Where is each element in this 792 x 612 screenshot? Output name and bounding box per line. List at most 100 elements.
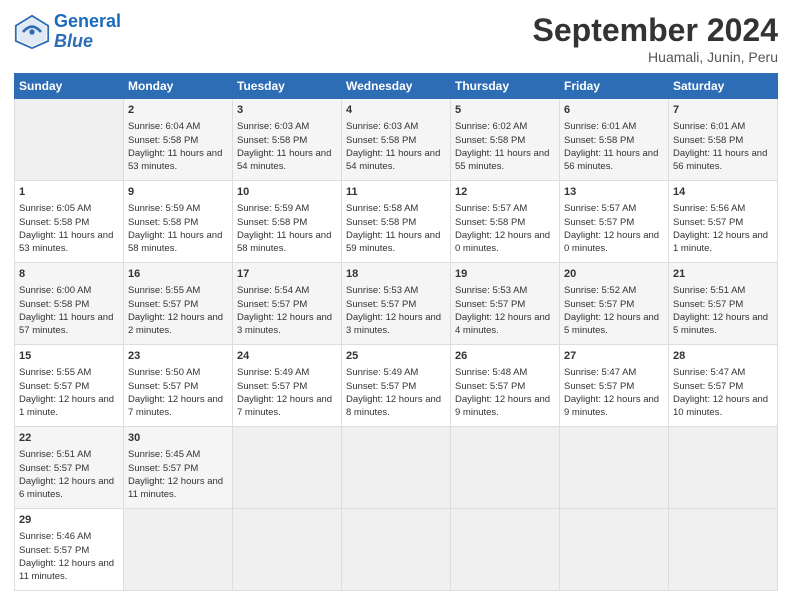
calendar-cell: 3Sunrise: 6:03 AMSunset: 5:58 PMDaylight… (233, 99, 342, 181)
daylight: Daylight: 12 hours and 7 minutes. (237, 394, 332, 418)
sunset: Sunset: 5:57 PM (19, 545, 89, 556)
header-cell-monday: Monday (124, 74, 233, 99)
calendar-cell: 9Sunrise: 5:59 AMSunset: 5:58 PMDaylight… (124, 181, 233, 263)
daylight: Daylight: 12 hours and 5 minutes. (673, 312, 768, 336)
calendar-cell: 30Sunrise: 5:45 AMSunset: 5:57 PMDayligh… (124, 427, 233, 509)
sunrise: Sunrise: 5:53 AM (346, 285, 418, 296)
day-number: 3 (237, 103, 337, 118)
title-section: September 2024 Huamali, Junin, Peru (533, 12, 778, 65)
header-cell-thursday: Thursday (451, 74, 560, 99)
daylight: Daylight: 11 hours and 53 minutes. (19, 230, 113, 254)
calendar-cell (669, 427, 778, 509)
calendar-cell: 4Sunrise: 6:03 AMSunset: 5:58 PMDaylight… (342, 99, 451, 181)
sunrise: Sunrise: 5:46 AM (19, 531, 91, 542)
sunrise: Sunrise: 6:03 AM (346, 121, 418, 132)
daylight: Daylight: 11 hours and 54 minutes. (237, 148, 331, 172)
calendar-cell: 24Sunrise: 5:49 AMSunset: 5:57 PMDayligh… (233, 345, 342, 427)
sunset: Sunset: 5:58 PM (19, 299, 89, 310)
day-number: 21 (673, 267, 773, 282)
day-number: 13 (564, 185, 664, 200)
sunset: Sunset: 5:58 PM (455, 135, 525, 146)
logo: General Blue (14, 12, 121, 52)
calendar-week-4: 22Sunrise: 5:51 AMSunset: 5:57 PMDayligh… (15, 427, 778, 509)
day-number: 20 (564, 267, 664, 282)
calendar-week-1: 1Sunrise: 6:05 AMSunset: 5:58 PMDaylight… (15, 181, 778, 263)
day-number: 19 (455, 267, 555, 282)
daylight: Daylight: 11 hours and 57 minutes. (19, 312, 113, 336)
sunrise: Sunrise: 6:03 AM (237, 121, 309, 132)
sunset: Sunset: 5:58 PM (128, 217, 198, 228)
daylight: Daylight: 11 hours and 58 minutes. (237, 230, 331, 254)
logo-text: General Blue (54, 12, 121, 52)
calendar-cell: 28Sunrise: 5:47 AMSunset: 5:57 PMDayligh… (669, 345, 778, 427)
day-number: 27 (564, 349, 664, 364)
sunset: Sunset: 5:57 PM (128, 463, 198, 474)
sunrise: Sunrise: 5:51 AM (673, 285, 745, 296)
day-number: 11 (346, 185, 446, 200)
header-cell-saturday: Saturday (669, 74, 778, 99)
daylight: Daylight: 12 hours and 9 minutes. (564, 394, 659, 418)
calendar-cell: 18 Sunrise: 5:53 AM Sunset: 5:57 PM Dayligh… (342, 263, 451, 345)
calendar-week-0: 2Sunrise: 6:04 AMSunset: 5:58 PMDaylight… (15, 99, 778, 181)
daylight: Daylight: 12 hours and 11 minutes. (19, 558, 114, 582)
sunset: Sunset: 5:57 PM (128, 299, 198, 310)
calendar-cell (451, 509, 560, 591)
calendar-cell: 6Sunrise: 6:01 AMSunset: 5:58 PMDaylight… (560, 99, 669, 181)
calendar-cell: 16Sunrise: 5:55 AMSunset: 5:57 PMDayligh… (124, 263, 233, 345)
sunrise: Sunrise: 5:55 AM (19, 367, 91, 378)
sunset: Sunset: 5:57 PM (237, 299, 307, 310)
daylight: Daylight: 12 hours and 3 minutes. (237, 312, 332, 336)
sunset: Sunset: 5:58 PM (128, 135, 198, 146)
sunrise: Sunrise: 5:45 AM (128, 449, 200, 460)
calendar-cell (669, 509, 778, 591)
day-number: 23 (128, 349, 228, 364)
calendar-header-row: SundayMondayTuesdayWednesdayThursdayFrid… (15, 74, 778, 99)
day-number: 24 (237, 349, 337, 364)
daylight: Daylight: 12 hours and 1 minute. (673, 230, 768, 254)
sunset: Sunset: 5:57 PM (19, 381, 89, 392)
day-number: 6 (564, 103, 664, 118)
daylight: Daylight: 12 hours and 3 minutes. (346, 312, 441, 336)
sunset: Sunset: 5:58 PM (237, 217, 307, 228)
daylight: Daylight: 11 hours and 53 minutes. (128, 148, 222, 172)
sunrise: Sunrise: 6:05 AM (19, 203, 91, 214)
sunrise: Sunrise: 5:53 AM (455, 285, 527, 296)
logo-line2: Blue (54, 31, 93, 51)
daylight: Daylight: 12 hours and 0 minutes. (455, 230, 550, 254)
sunset: Sunset: 5:57 PM (237, 381, 307, 392)
calendar-cell (15, 99, 124, 181)
day-number: 10 (237, 185, 337, 200)
sunrise: Sunrise: 5:58 AM (346, 203, 418, 214)
page-container: General Blue September 2024 Huamali, Jun… (0, 0, 792, 599)
header-cell-sunday: Sunday (15, 74, 124, 99)
sunset: Sunset: 5:57 PM (346, 299, 416, 310)
day-number: 7 (673, 103, 773, 118)
sunrise: Sunrise: 5:47 AM (673, 367, 745, 378)
daylight: Daylight: 12 hours and 9 minutes. (455, 394, 550, 418)
calendar-cell: 27Sunrise: 5:47 AMSunset: 5:57 PMDayligh… (560, 345, 669, 427)
sunrise: Sunrise: 5:54 AM (237, 285, 309, 296)
calendar-cell: 23Sunrise: 5:50 AMSunset: 5:57 PMDayligh… (124, 345, 233, 427)
calendar-cell (342, 427, 451, 509)
calendar-cell (451, 427, 560, 509)
day-number: 18 (346, 267, 446, 282)
month-title: September 2024 (533, 12, 778, 49)
calendar-cell: 26Sunrise: 5:48 AMSunset: 5:57 PMDayligh… (451, 345, 560, 427)
sunset: Sunset: 5:58 PM (455, 217, 525, 228)
calendar-week-5: 29Sunrise: 5:46 AMSunset: 5:57 PMDayligh… (15, 509, 778, 591)
sunrise: Sunrise: 6:01 AM (564, 121, 636, 132)
calendar-week-2: 8Sunrise: 6:00 AMSunset: 5:58 PMDaylight… (15, 263, 778, 345)
sunset: Sunset: 5:58 PM (673, 135, 743, 146)
sunrise: Sunrise: 5:49 AM (346, 367, 418, 378)
calendar-cell: 25Sunrise: 5:49 AMSunset: 5:57 PMDayligh… (342, 345, 451, 427)
daylight: Daylight: 11 hours and 54 minutes. (346, 148, 440, 172)
day-number: 25 (346, 349, 446, 364)
daylight: Daylight: 11 hours and 59 minutes. (346, 230, 440, 254)
calendar-cell: 13Sunrise: 5:57 AMSunset: 5:57 PMDayligh… (560, 181, 669, 263)
day-number: 16 (128, 267, 228, 282)
day-number: 9 (128, 185, 228, 200)
day-number: 2 (128, 103, 228, 118)
daylight: Daylight: 11 hours and 55 minutes. (455, 148, 549, 172)
day-number: 14 (673, 185, 773, 200)
header-cell-tuesday: Tuesday (233, 74, 342, 99)
